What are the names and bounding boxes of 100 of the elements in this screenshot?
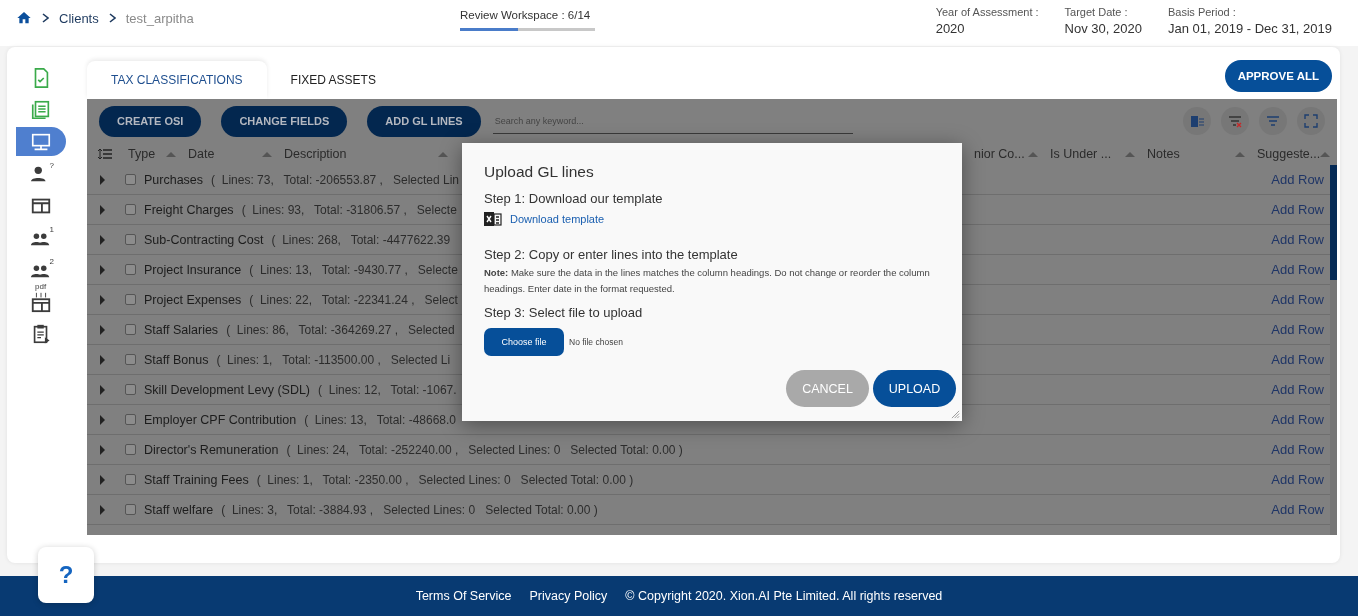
column-header[interactable]: Notes	[1147, 147, 1180, 161]
checkbox[interactable]	[125, 504, 136, 515]
sort-icon[interactable]	[1320, 151, 1331, 157]
toolbar-button[interactable]: CREATE OSI	[99, 105, 202, 137]
clear-filter-button[interactable]	[1221, 107, 1249, 135]
checkbox[interactable]	[125, 384, 136, 395]
checkbox[interactable]	[125, 324, 136, 335]
add-row-link[interactable]: Add Row	[1271, 322, 1324, 337]
group-summary: ( Lines: 86, Total: -364269.27 , Selected	[226, 322, 455, 337]
column-header[interactable]: Type	[128, 147, 156, 161]
columns-button[interactable]	[1183, 107, 1211, 135]
add-row-link[interactable]: Add Row	[1271, 172, 1324, 187]
add-row-link[interactable]: Add Row	[1271, 232, 1324, 247]
checkbox[interactable]	[125, 234, 136, 245]
tab[interactable]: FIXED ASSETS	[266, 61, 400, 99]
download-template-link[interactable]: Download template	[510, 213, 605, 225]
step-heading: Step 2: Copy or enter lines into the template	[484, 247, 739, 262]
pdf-panel-icon	[30, 290, 52, 313]
info-label: Target Date :	[1064, 6, 1129, 18]
dialog-button[interactable]: UPLOAD	[873, 370, 956, 407]
group-summary: ( Lines: 1, Total: -113500.00 , Selected Li	[216, 352, 451, 367]
help-button[interactable]: ?	[38, 547, 94, 603]
checkbox[interactable]	[125, 414, 136, 425]
add-row-link[interactable]: Add Row	[1271, 472, 1324, 487]
group-name: Project Expenses	[144, 292, 242, 307]
sidebar-item[interactable]: 2	[16, 255, 66, 284]
expand-icon[interactable]	[100, 294, 105, 305]
group-summary: ( Lines: 1, Total: -2350.00 , Selected Lines: 0 Selected Total: 0.00 )	[256, 472, 634, 487]
dialog-title: Upload GL lines	[484, 163, 595, 181]
column-header[interactable]: Description	[284, 147, 347, 161]
sort-icon[interactable]	[1125, 151, 1135, 157]
group-summary: ( Lines: 13, Total: -48668.0	[304, 412, 457, 427]
expand-icon[interactable]	[100, 474, 105, 485]
add-row-link[interactable]: Add Row	[1271, 502, 1324, 517]
copyright-text: © Copyright 2020. Xion.AI Pte Limited. All rights reserved	[625, 589, 943, 603]
progress-label: Review Workspace : 6/14	[460, 9, 592, 21]
add-row-link[interactable]: Add Row	[1271, 382, 1324, 397]
breadcrumb-item: test_arpitha	[125, 10, 194, 26]
group-name: Purchases	[144, 172, 204, 187]
group-summary: ( Lines: 12, Total: -1067.	[318, 382, 457, 397]
expand-icon[interactable]	[100, 174, 105, 185]
add-row-link[interactable]: Add Row	[1271, 202, 1324, 217]
icon-label: 2	[49, 258, 54, 266]
column-header[interactable]: Date	[188, 147, 215, 161]
info-value: Jan 01, 2019 - Dec 31, 2019	[1167, 21, 1332, 36]
toolbar-button[interactable]: ADD GL LINES	[367, 105, 481, 137]
expand-icon[interactable]	[100, 234, 105, 245]
column-header[interactable]: Suggeste...	[1257, 147, 1321, 161]
group-name: Employer CPF Contribution	[144, 412, 297, 427]
expand-icon[interactable]	[100, 324, 105, 335]
group-summary: ( Lines: 268, Total: -4477622.39	[271, 232, 451, 247]
filter-button[interactable]	[1259, 107, 1287, 135]
group-name: Director's Remuneration	[144, 442, 279, 457]
home-icon[interactable]	[16, 10, 32, 26]
resize-handle-icon[interactable]	[951, 410, 960, 419]
column-header[interactable]: nior Co...	[974, 147, 1025, 161]
expand-icon[interactable]	[100, 504, 105, 515]
sort-icon[interactable]	[1235, 151, 1245, 157]
list-icon[interactable]	[98, 148, 112, 160]
add-row-link[interactable]: Add Row	[1271, 412, 1324, 427]
group-name: Project Insurance	[144, 262, 242, 277]
expand-icon[interactable]	[100, 204, 105, 215]
column-header[interactable]: Is Under ...	[1050, 147, 1112, 161]
checkbox[interactable]	[125, 264, 136, 275]
icon-label: pdf	[35, 283, 47, 291]
checkbox[interactable]	[125, 294, 136, 305]
approve-all-button[interactable]: APPROVE ALL	[1224, 60, 1332, 92]
sort-icon[interactable]	[262, 151, 272, 157]
checkbox[interactable]	[125, 204, 136, 215]
breadcrumb-item[interactable]: Clients	[59, 10, 99, 26]
sort-icon[interactable]	[166, 151, 176, 157]
expand-icon[interactable]	[100, 264, 105, 275]
filter-icon	[1266, 114, 1280, 128]
checkbox[interactable]	[125, 444, 136, 455]
checkbox[interactable]	[125, 354, 136, 365]
footer-link[interactable]: Terms Of Service	[415, 589, 512, 603]
expand-icon[interactable]	[100, 354, 105, 365]
expand-icon[interactable]	[100, 444, 105, 455]
fullscreen-button[interactable]	[1297, 107, 1325, 135]
clear-filter-icon	[1228, 114, 1242, 128]
add-row-link[interactable]: Add Row	[1271, 262, 1324, 277]
expand-icon[interactable]	[100, 414, 105, 425]
sort-icon[interactable]	[1028, 151, 1038, 157]
footer-link[interactable]: Privacy Policy	[529, 589, 608, 603]
sort-icon[interactable]	[438, 151, 448, 157]
sidebar-item[interactable]: 1	[16, 223, 66, 252]
tab[interactable]: TAX CLASSIFICATIONS	[87, 61, 267, 99]
group-summary: ( Lines: 24, Total: -252240.00 , Selected Lines: 0 Selected Total: 0.00 )	[286, 442, 683, 457]
group-name: Staff Bonus	[144, 352, 209, 367]
sidebar-item[interactable]: ?	[16, 159, 66, 188]
checkbox[interactable]	[125, 474, 136, 485]
toolbar-button[interactable]: CHANGE FIELDS	[221, 105, 348, 137]
choose-file-button[interactable]: Choose file	[484, 328, 564, 356]
add-row-link[interactable]: Add Row	[1271, 292, 1324, 307]
scrollbar[interactable]	[1330, 165, 1337, 535]
add-row-link[interactable]: Add Row	[1271, 352, 1324, 367]
info-label: Basis Period :	[1167, 6, 1237, 18]
add-row-link[interactable]: Add Row	[1271, 442, 1324, 457]
checkbox[interactable]	[125, 174, 136, 185]
expand-icon[interactable]	[100, 384, 105, 395]
